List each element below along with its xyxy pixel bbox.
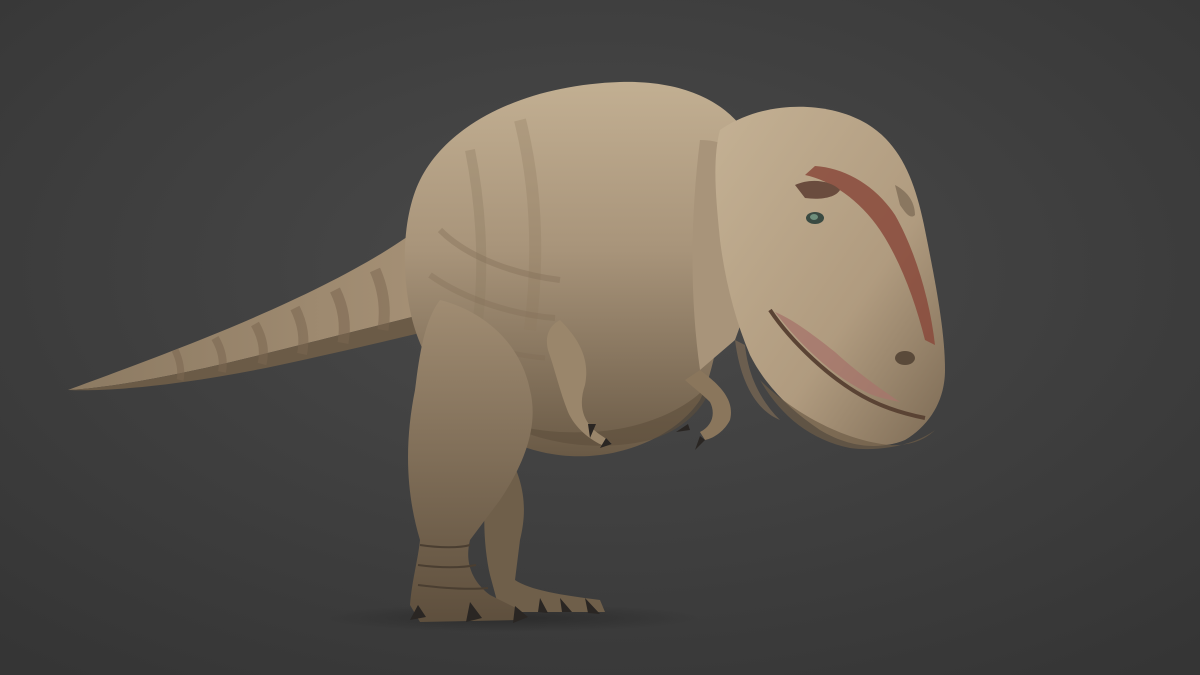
- nostril: [895, 351, 915, 365]
- dinosaur-render-image: [0, 0, 1200, 675]
- render-viewport: [0, 0, 1200, 675]
